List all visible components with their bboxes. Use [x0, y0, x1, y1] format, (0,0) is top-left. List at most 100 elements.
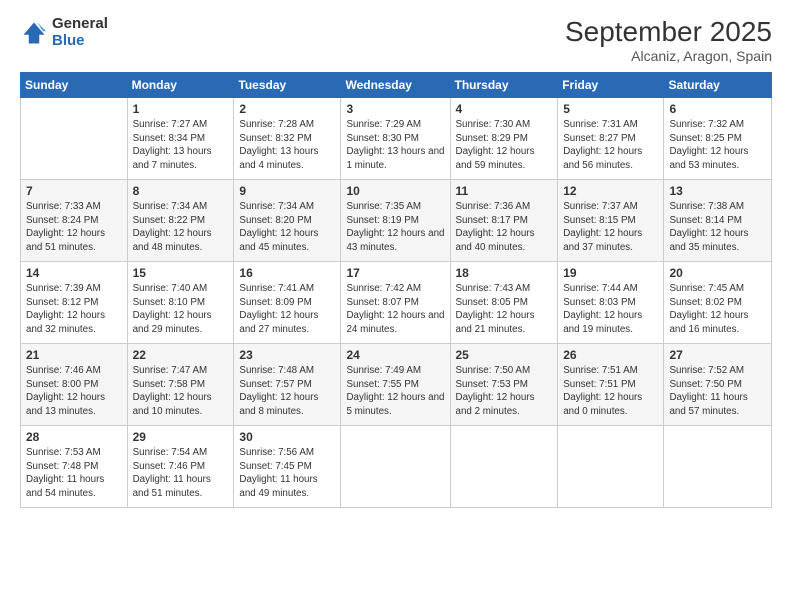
calendar-cell: 13Sunrise: 7:38 AMSunset: 8:14 PMDayligh… [664, 180, 772, 262]
calendar-cell: 24Sunrise: 7:49 AMSunset: 7:55 PMDayligh… [341, 344, 450, 426]
calendar-cell: 2Sunrise: 7:28 AMSunset: 8:32 PMDaylight… [234, 98, 341, 180]
day-number: 9 [239, 184, 335, 198]
day-info: Sunrise: 7:29 AMSunset: 8:30 PMDaylight:… [346, 118, 444, 173]
page: General Blue September 2025 Alcaniz, Ara… [0, 0, 792, 612]
calendar-cell: 23 Sunrise: 7:48 AMSunset: 7:57 PMDayligh… [234, 344, 341, 426]
day-number: 7 [26, 184, 122, 198]
day-number: 19 [563, 266, 658, 280]
day-number: 10 [346, 184, 444, 198]
title-block: September 2025 Alcaniz, Aragon, Spain [565, 16, 772, 64]
day-number: 13 [669, 184, 766, 198]
week-row-2: 7Sunrise: 7:33 AMSunset: 8:24 PMDaylight… [21, 180, 772, 262]
logo-blue-text: Blue [52, 33, 108, 50]
header: General Blue September 2025 Alcaniz, Ara… [20, 16, 772, 64]
calendar-cell: 4 Sunrise: 7:30 AMSunset: 8:29 PMDaylight… [450, 98, 558, 180]
header-row: Sunday Monday Tuesday Wednesday Thursday… [21, 73, 772, 98]
col-saturday: Saturday [664, 73, 772, 98]
month-title: September 2025 [565, 16, 772, 48]
calendar-cell: 1Sunrise: 7:27 AMSunset: 8:34 PMDaylight… [127, 98, 234, 180]
day-info: Sunrise: 7:32 AMSunset: 8:25 PMDaylight:… [669, 118, 766, 173]
day-info: Sunrise: 7:49 AMSunset: 7:55 PMDaylight:… [346, 364, 444, 419]
day-number: 23 [239, 348, 335, 362]
day-number: 5 [563, 102, 658, 116]
col-sunday: Sunday [21, 73, 128, 98]
day-number: 28 [26, 430, 122, 444]
day-number: 27 [669, 348, 766, 362]
day-info: Sunrise: 7:50 AMSunset: 7:53 PMDaylight:… [456, 364, 553, 419]
calendar-cell: 26 Sunrise: 7:51 AMSunset: 7:51 PMDayligh… [558, 344, 664, 426]
day-number: 30 [239, 430, 335, 444]
calendar-cell: 12Sunrise: 7:37 AMSunset: 8:15 PMDayligh… [558, 180, 664, 262]
day-info: Sunrise: 7:34 AMSunset: 8:22 PMDaylight:… [133, 200, 229, 255]
day-number: 18 [456, 266, 553, 280]
calendar-cell: 28 Sunrise: 7:53 AMSunset: 7:48 PMDayligh… [21, 426, 128, 508]
col-thursday: Thursday [450, 73, 558, 98]
day-number: 3 [346, 102, 444, 116]
col-friday: Friday [558, 73, 664, 98]
day-number: 2 [239, 102, 335, 116]
calendar-cell: 3 Sunrise: 7:29 AMSunset: 8:30 PMDaylight… [341, 98, 450, 180]
day-number: 8 [133, 184, 229, 198]
day-number: 15 [133, 266, 229, 280]
day-number: 20 [669, 266, 766, 280]
calendar-cell [664, 426, 772, 508]
day-number: 29 [133, 430, 229, 444]
day-info: Sunrise: 7:39 AMSunset: 8:12 PMDaylight:… [26, 282, 122, 337]
calendar-cell: 11 Sunrise: 7:36 AMSunset: 8:17 PMDayligh… [450, 180, 558, 262]
calendar-cell: 10 Sunrise: 7:35 AMSunset: 8:19 PMDayligh… [341, 180, 450, 262]
calendar-cell: 18 Sunrise: 7:43 AMSunset: 8:05 PMDayligh… [450, 262, 558, 344]
logo-general-text: General [52, 16, 108, 33]
day-info: Sunrise: 7:44 AMSunset: 8:03 PMDaylight:… [563, 282, 658, 337]
day-info: Sunrise: 7:47 AMSunset: 7:58 PMDaylight:… [133, 364, 229, 419]
calendar-cell: 22 Sunrise: 7:47 AMSunset: 7:58 PMDayligh… [127, 344, 234, 426]
day-info: Sunrise: 7:48 AMSunset: 7:57 PMDaylight:… [239, 364, 335, 419]
calendar-cell: 16 Sunrise: 7:41 AMSunset: 8:09 PMDayligh… [234, 262, 341, 344]
day-info: Sunrise: 7:43 AMSunset: 8:05 PMDaylight:… [456, 282, 553, 337]
day-info: Sunrise: 7:51 AMSunset: 7:51 PMDaylight:… [563, 364, 658, 419]
day-info: Sunrise: 7:52 AMSunset: 7:50 PMDaylight:… [669, 364, 766, 419]
calendar-cell: 29Sunrise: 7:54 AMSunset: 7:46 PMDayligh… [127, 426, 234, 508]
day-info: Sunrise: 7:53 AMSunset: 7:48 PMDaylight:… [26, 446, 122, 501]
calendar-cell [21, 98, 128, 180]
calendar-cell [341, 426, 450, 508]
day-number: 25 [456, 348, 553, 362]
calendar-cell [558, 426, 664, 508]
day-info: Sunrise: 7:31 AMSunset: 8:27 PMDaylight:… [563, 118, 658, 173]
calendar-cell: 9Sunrise: 7:34 AMSunset: 8:20 PMDaylight… [234, 180, 341, 262]
logo-icon [20, 19, 48, 47]
day-number: 22 [133, 348, 229, 362]
week-row-4: 21 Sunrise: 7:46 AMSunset: 8:00 PMDayligh… [21, 344, 772, 426]
day-info: Sunrise: 7:45 AMSunset: 8:02 PMDaylight:… [669, 282, 766, 337]
calendar-cell: 6 Sunrise: 7:32 AMSunset: 8:25 PMDaylight… [664, 98, 772, 180]
week-row-5: 28 Sunrise: 7:53 AMSunset: 7:48 PMDayligh… [21, 426, 772, 508]
week-row-1: 1Sunrise: 7:27 AMSunset: 8:34 PMDaylight… [21, 98, 772, 180]
calendar-cell: 19 Sunrise: 7:44 AMSunset: 8:03 PMDayligh… [558, 262, 664, 344]
day-info: Sunrise: 7:36 AMSunset: 8:17 PMDaylight:… [456, 200, 553, 255]
day-number: 4 [456, 102, 553, 116]
day-number: 11 [456, 184, 553, 198]
day-number: 21 [26, 348, 122, 362]
col-tuesday: Tuesday [234, 73, 341, 98]
week-row-3: 14Sunrise: 7:39 AMSunset: 8:12 PMDayligh… [21, 262, 772, 344]
day-number: 1 [133, 102, 229, 116]
day-info: Sunrise: 7:30 AMSunset: 8:29 PMDaylight:… [456, 118, 553, 173]
calendar-cell: 5 Sunrise: 7:31 AMSunset: 8:27 PMDaylight… [558, 98, 664, 180]
day-info: Sunrise: 7:35 AMSunset: 8:19 PMDaylight:… [346, 200, 444, 255]
calendar-cell: 30 Sunrise: 7:56 AMSunset: 7:45 PMDayligh… [234, 426, 341, 508]
calendar-cell: 15Sunrise: 7:40 AMSunset: 8:10 PMDayligh… [127, 262, 234, 344]
day-number: 6 [669, 102, 766, 116]
day-number: 26 [563, 348, 658, 362]
day-info: Sunrise: 7:56 AMSunset: 7:45 PMDaylight:… [239, 446, 335, 501]
calendar-cell [450, 426, 558, 508]
day-info: Sunrise: 7:46 AMSunset: 8:00 PMDaylight:… [26, 364, 122, 419]
col-wednesday: Wednesday [341, 73, 450, 98]
calendar-cell: 27 Sunrise: 7:52 AMSunset: 7:50 PMDayligh… [664, 344, 772, 426]
day-number: 12 [563, 184, 658, 198]
location: Alcaniz, Aragon, Spain [565, 48, 772, 64]
day-info: Sunrise: 7:41 AMSunset: 8:09 PMDaylight:… [239, 282, 335, 337]
logo: General Blue [20, 16, 108, 49]
calendar-cell: 7Sunrise: 7:33 AMSunset: 8:24 PMDaylight… [21, 180, 128, 262]
calendar-cell: 21 Sunrise: 7:46 AMSunset: 8:00 PMDayligh… [21, 344, 128, 426]
day-number: 16 [239, 266, 335, 280]
calendar-cell: 14Sunrise: 7:39 AMSunset: 8:12 PMDayligh… [21, 262, 128, 344]
